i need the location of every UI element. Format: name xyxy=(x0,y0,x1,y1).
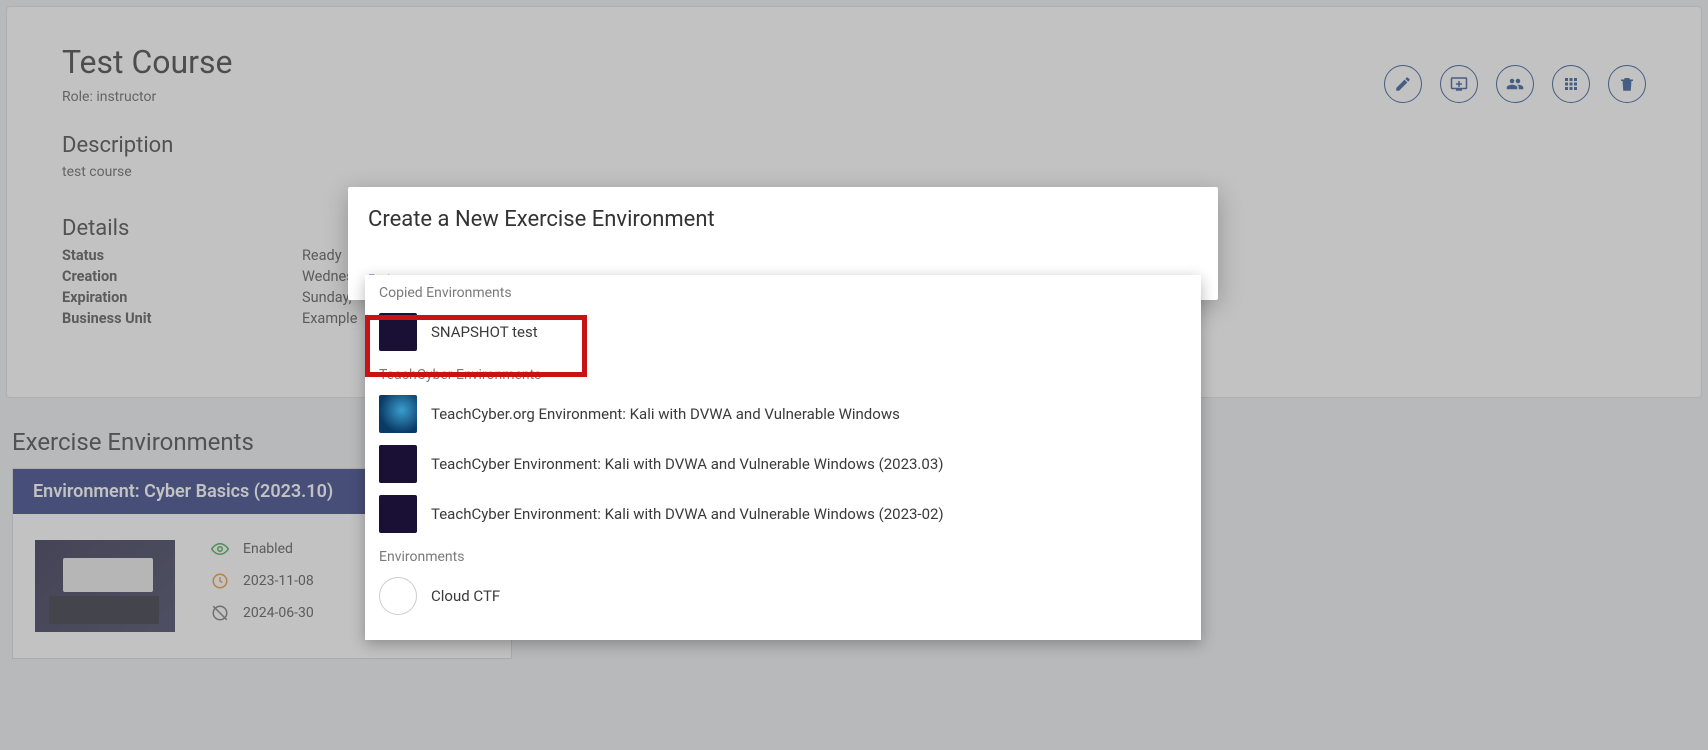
dropdown-item[interactable]: SNAPSHOT test xyxy=(365,307,1201,357)
dropdown-item-label: Cloud CTF xyxy=(431,587,500,605)
dropdown-item-label: SNAPSHOT test xyxy=(431,323,538,341)
dropdown-group-label: TeachCyber Environments xyxy=(365,357,1201,389)
dropdown-item[interactable]: TeachCyber.org Environment: Kali with DV… xyxy=(365,389,1201,439)
dropdown-item-thumbnail xyxy=(379,577,417,615)
dropdown-group-label: Environments xyxy=(365,539,1201,571)
dropdown-item-thumbnail xyxy=(379,313,417,351)
environment-dropdown-panel: Copied Environments SNAPSHOT test TeachCyb… xyxy=(365,275,1201,640)
dropdown-item-thumbnail xyxy=(379,445,417,483)
dropdown-item[interactable]: Cloud CTF xyxy=(365,571,1201,621)
modal-title: Create a New Exercise Environment xyxy=(368,207,1198,232)
dropdown-item[interactable]: TeachCyber Environment: Kali with DVWA a… xyxy=(365,489,1201,539)
dropdown-item-label: TeachCyber Environment: Kali with DVWA a… xyxy=(431,455,943,473)
dropdown-group-label: Copied Environments xyxy=(365,275,1201,307)
dropdown-item-label: TeachCyber.org Environment: Kali with DV… xyxy=(431,405,900,423)
dropdown-item-thumbnail xyxy=(379,495,417,533)
dropdown-item-thumbnail xyxy=(379,395,417,433)
dropdown-item-label: TeachCyber Environment: Kali with DVWA a… xyxy=(431,505,944,523)
dropdown-scroll[interactable]: Copied Environments SNAPSHOT test TeachCyb… xyxy=(365,275,1201,640)
dropdown-item[interactable]: TeachCyber Environment: Kali with DVWA a… xyxy=(365,439,1201,489)
